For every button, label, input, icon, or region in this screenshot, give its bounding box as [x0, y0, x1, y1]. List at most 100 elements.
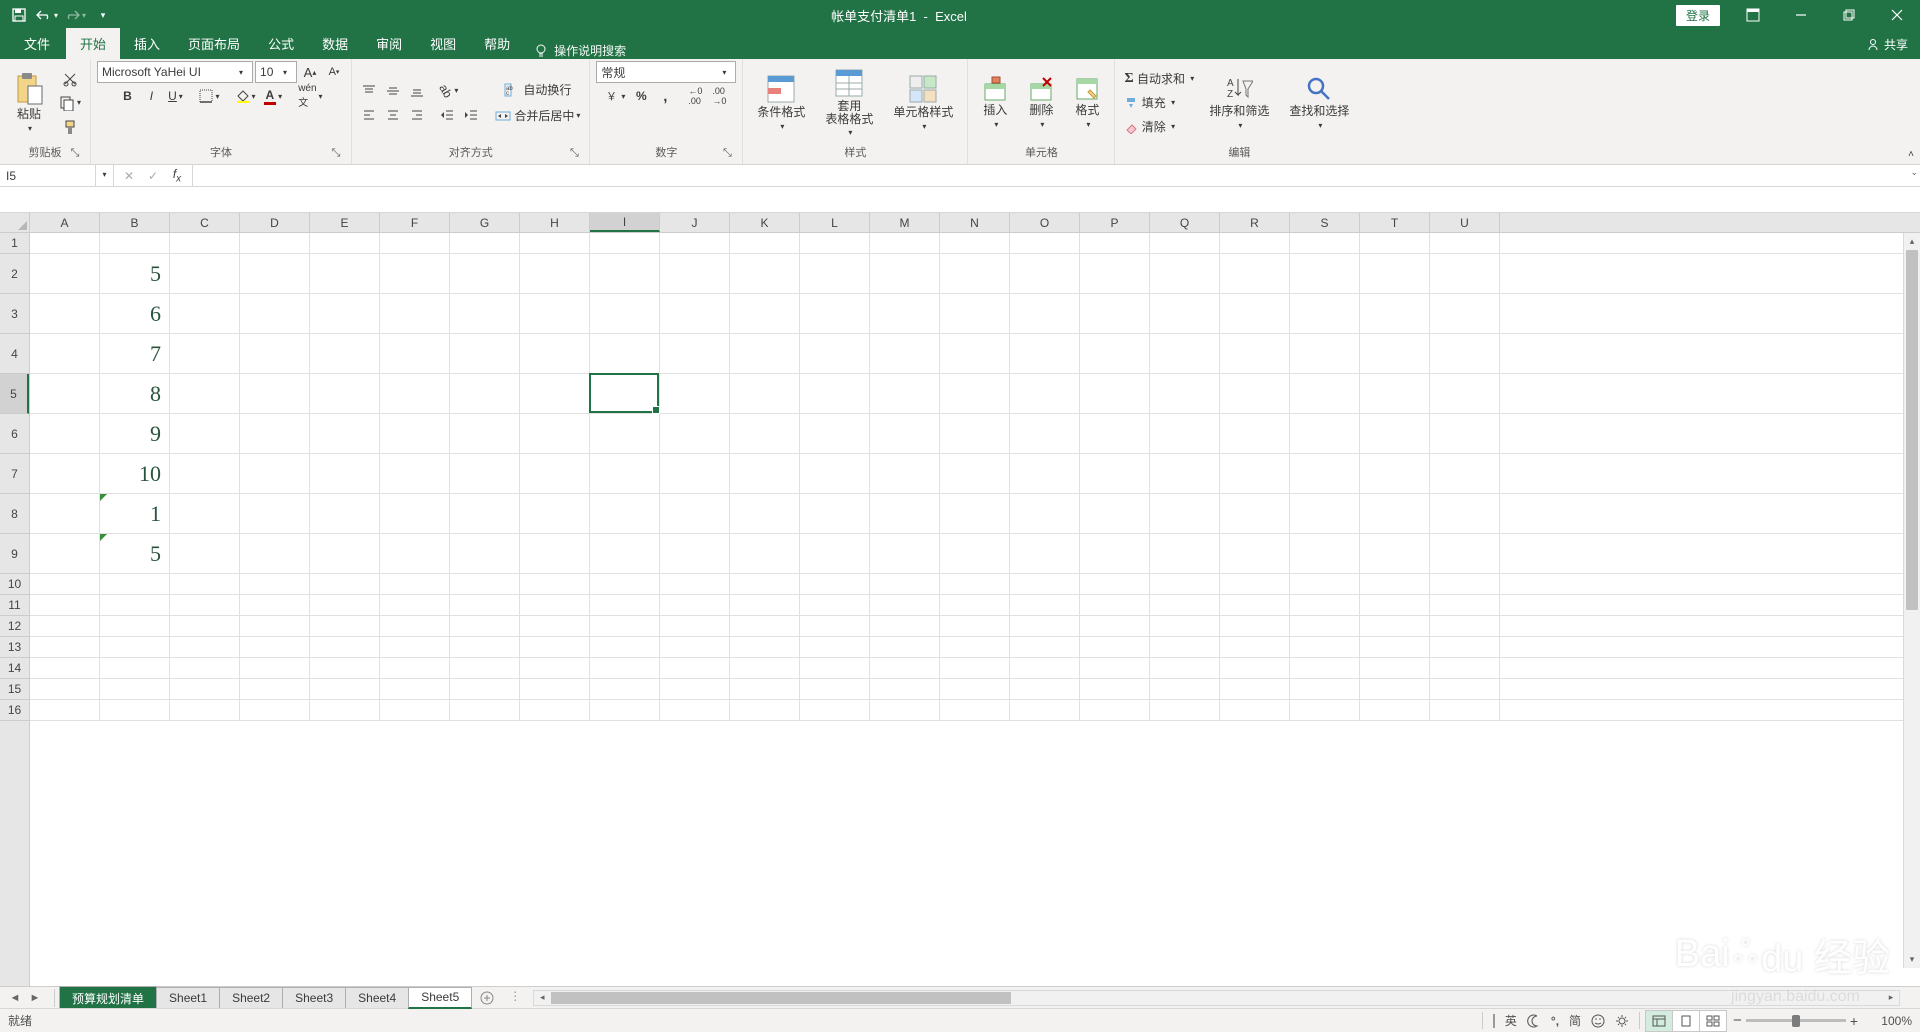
cell[interactable]	[1150, 534, 1220, 573]
cell[interactable]	[310, 616, 380, 636]
cell[interactable]	[30, 616, 100, 636]
cell[interactable]	[100, 233, 170, 253]
maximize-button[interactable]	[1826, 0, 1872, 30]
cell[interactable]	[450, 534, 520, 573]
cell[interactable]	[310, 374, 380, 413]
align-bottom-button[interactable]	[406, 80, 428, 102]
number-launcher[interactable]: ⤡	[720, 147, 734, 161]
cell[interactable]	[380, 414, 450, 453]
font-color-button[interactable]: A▾	[261, 85, 286, 107]
cell[interactable]	[30, 454, 100, 493]
find-select-button[interactable]: 查找和选择▾	[1281, 63, 1357, 143]
row-header[interactable]: 4	[0, 334, 29, 374]
cell[interactable]	[1010, 414, 1080, 453]
font-size-combo[interactable]: 10▾	[255, 61, 297, 83]
alignment-launcher[interactable]: ⤡	[567, 147, 581, 161]
column-header[interactable]: R	[1220, 213, 1290, 232]
sheet-tab[interactable]: Sheet5	[408, 987, 472, 1009]
cell[interactable]	[1360, 616, 1430, 636]
cell[interactable]	[1150, 254, 1220, 293]
cell[interactable]	[1430, 574, 1500, 594]
cell[interactable]	[240, 494, 310, 533]
wrap-text-button[interactable]: abc 自动换行	[492, 78, 583, 102]
cell[interactable]	[520, 294, 590, 333]
cell[interactable]	[800, 254, 870, 293]
cell[interactable]	[660, 414, 730, 453]
row-header[interactable]: 15	[0, 679, 29, 700]
italic-button[interactable]: I	[140, 85, 162, 107]
cell[interactable]	[450, 574, 520, 594]
row-header[interactable]: 9	[0, 534, 29, 574]
cell[interactable]	[30, 233, 100, 253]
cell-style-button[interactable]: 单元格样式▾	[885, 63, 961, 143]
zoom-out-button[interactable]: −	[1733, 1012, 1742, 1029]
autosum-button[interactable]: Σ 自动求和 ▾	[1121, 68, 1197, 90]
cell[interactable]	[450, 334, 520, 373]
cell[interactable]	[310, 637, 380, 657]
cell[interactable]	[590, 254, 660, 293]
login-button[interactable]: 登录	[1676, 5, 1720, 26]
decrease-indent-button[interactable]	[436, 104, 458, 126]
column-header[interactable]: P	[1080, 213, 1150, 232]
cell[interactable]	[730, 700, 800, 720]
name-box-dropdown[interactable]: ▾	[96, 165, 114, 186]
cell[interactable]	[1430, 679, 1500, 699]
cell[interactable]: 5	[100, 534, 170, 573]
cell[interactable]	[1150, 616, 1220, 636]
cell[interactable]	[730, 658, 800, 678]
cell[interactable]	[30, 679, 100, 699]
cell[interactable]	[870, 374, 940, 413]
cell[interactable]	[870, 616, 940, 636]
cell[interactable]	[30, 534, 100, 573]
cell[interactable]	[1080, 534, 1150, 573]
cell[interactable]	[870, 637, 940, 657]
number-format-combo[interactable]: 常规▾	[596, 61, 736, 83]
column-header[interactable]: F	[380, 213, 450, 232]
cell[interactable]	[1150, 294, 1220, 333]
cell[interactable]	[240, 233, 310, 253]
column-header[interactable]: U	[1430, 213, 1500, 232]
cell[interactable]	[660, 534, 730, 573]
cell[interactable]	[730, 374, 800, 413]
ribbon-options-button[interactable]	[1730, 0, 1776, 30]
cell[interactable]	[380, 679, 450, 699]
comma-button[interactable]: ,	[654, 85, 676, 107]
cell[interactable]	[1430, 534, 1500, 573]
fill-button[interactable]: 填充 ▾	[1121, 92, 1197, 114]
cell[interactable]	[170, 254, 240, 293]
cell[interactable]	[1360, 700, 1430, 720]
zoom-level[interactable]: 100%	[1862, 1014, 1912, 1028]
cell[interactable]	[590, 595, 660, 615]
cell[interactable]	[1150, 679, 1220, 699]
cell[interactable]	[520, 700, 590, 720]
cell[interactable]	[520, 374, 590, 413]
fill-color-button[interactable]: ▾	[232, 85, 258, 107]
cell[interactable]	[1220, 254, 1290, 293]
cell[interactable]	[1290, 534, 1360, 573]
cell[interactable]	[170, 334, 240, 373]
redo-button[interactable]: ▾	[62, 2, 88, 28]
cell[interactable]	[1220, 334, 1290, 373]
cell[interactable]	[940, 494, 1010, 533]
cell[interactable]	[310, 574, 380, 594]
cell[interactable]	[1010, 637, 1080, 657]
cell[interactable]	[800, 534, 870, 573]
cell[interactable]	[30, 637, 100, 657]
cell[interactable]	[1290, 454, 1360, 493]
cell[interactable]	[1080, 595, 1150, 615]
cell[interactable]	[590, 454, 660, 493]
cell[interactable]	[660, 494, 730, 533]
cell[interactable]	[660, 637, 730, 657]
cell[interactable]	[30, 574, 100, 594]
cell[interactable]	[1290, 679, 1360, 699]
ime-bar[interactable]: 英 °, 简	[1482, 1012, 1640, 1029]
cut-button[interactable]	[56, 68, 84, 90]
cell[interactable]	[1220, 374, 1290, 413]
cell[interactable]	[100, 574, 170, 594]
cell[interactable]	[520, 454, 590, 493]
cell[interactable]	[1220, 679, 1290, 699]
sheet-tab[interactable]: Sheet2	[219, 987, 283, 1008]
cell[interactable]	[1290, 658, 1360, 678]
cell[interactable]	[730, 454, 800, 493]
increase-font-button[interactable]: A▴	[299, 61, 321, 83]
